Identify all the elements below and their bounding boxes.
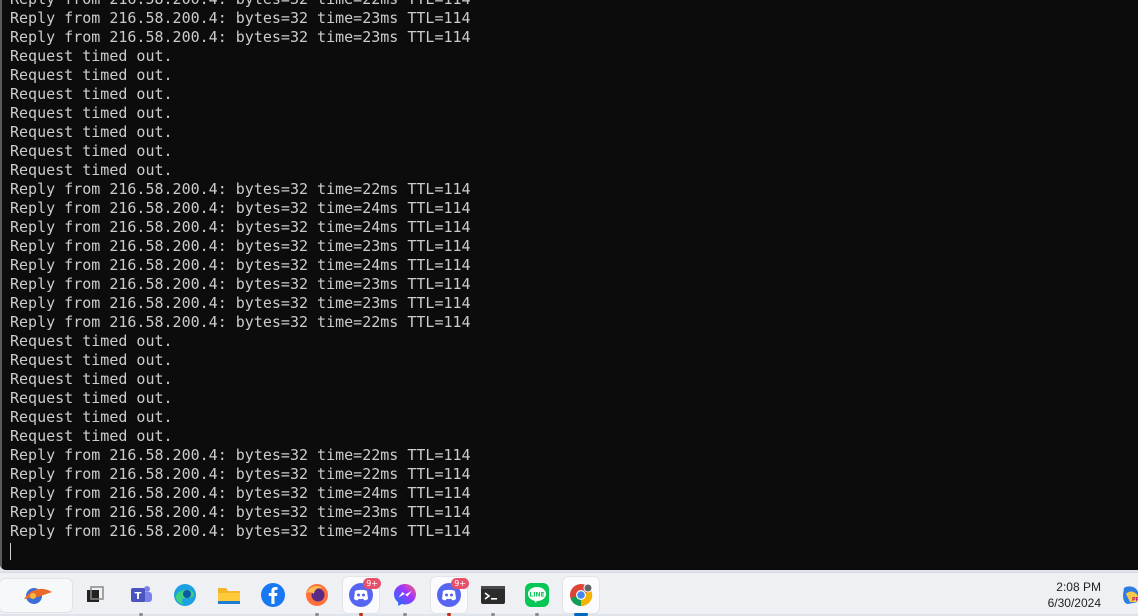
text-cursor bbox=[10, 543, 11, 560]
teams-button[interactable]: T bbox=[123, 577, 159, 616]
clock-date: 6/30/2024 bbox=[1047, 596, 1101, 610]
facebook-button[interactable] bbox=[255, 577, 291, 613]
edge-icon bbox=[174, 584, 196, 606]
terminal-line: Reply from 216.58.200.4: bytes=32 time=2… bbox=[10, 275, 471, 293]
svg-text:PR: PR bbox=[1132, 597, 1138, 603]
task-view-button[interactable] bbox=[77, 577, 113, 613]
terminal-line: Reply from 216.58.200.4: bytes=32 time=2… bbox=[10, 446, 471, 464]
terminal-line: Request timed out. bbox=[10, 351, 173, 369]
terminal-line: Request timed out. bbox=[10, 66, 173, 84]
chrome-icon bbox=[570, 583, 593, 607]
terminal-line: Reply from 216.58.200.4: bytes=32 time=2… bbox=[10, 256, 471, 274]
line-button[interactable]: LINE bbox=[519, 577, 555, 616]
file-explorer-button[interactable] bbox=[211, 577, 247, 613]
terminal-line: Request timed out. bbox=[10, 161, 173, 179]
copilot-icon[interactable]: PR bbox=[1120, 584, 1138, 606]
terminal-button[interactable] bbox=[475, 577, 511, 616]
terminal-line: Reply from 216.58.200.4: bytes=32 time=2… bbox=[10, 522, 471, 540]
notification-badge: 9+ bbox=[451, 578, 469, 589]
terminal-line: Reply from 216.58.200.4: bytes=32 time=2… bbox=[10, 180, 471, 198]
terminal-line: Request timed out. bbox=[10, 408, 173, 426]
facebook-icon bbox=[261, 583, 285, 607]
terminal-window[interactable]: Reply from 216.58.200.4: bytes=32 time=2… bbox=[0, 0, 1138, 570]
firefox-button[interactable] bbox=[299, 577, 335, 616]
terminal-line: Request timed out. bbox=[10, 370, 173, 388]
line-icon: LINE bbox=[525, 583, 549, 607]
terminal-line: Request timed out. bbox=[10, 142, 173, 160]
terminal-line: Reply from 216.58.200.4: bytes=32 time=2… bbox=[10, 218, 471, 236]
terminal-line: Request timed out. bbox=[10, 47, 173, 65]
edge-button[interactable] bbox=[167, 577, 203, 613]
terminal-line: Reply from 216.58.200.4: bytes=32 time=2… bbox=[10, 9, 471, 27]
svg-text:LINE: LINE bbox=[529, 592, 544, 599]
terminal-line: Request timed out. bbox=[10, 85, 173, 103]
terminal-line: Request timed out. bbox=[10, 123, 173, 141]
terminal-line: Reply from 216.58.200.4: bytes=32 time=2… bbox=[10, 0, 471, 9]
notification-badge: 9+ bbox=[363, 578, 381, 589]
terminal-line: Request timed out. bbox=[10, 389, 173, 407]
messenger-button[interactable] bbox=[387, 577, 423, 616]
terminal-line: Request timed out. bbox=[10, 427, 173, 445]
discord-button[interactable]: 9+ bbox=[343, 577, 381, 616]
terminal-line: Request timed out. bbox=[10, 332, 173, 350]
weather-widget[interactable] bbox=[0, 579, 72, 612]
clock-time: 2:08 PM bbox=[1056, 580, 1101, 594]
window-border bbox=[0, 0, 2, 570]
terminal-line: Reply from 216.58.200.4: bytes=32 time=2… bbox=[10, 28, 471, 46]
chrome-button[interactable] bbox=[563, 577, 599, 616]
svg-text:T: T bbox=[135, 591, 142, 602]
terminal-line: Reply from 216.58.200.4: bytes=32 time=2… bbox=[10, 237, 471, 255]
file-explorer-icon bbox=[218, 588, 240, 604]
terminal-output: Reply from 216.58.200.4: bytes=32 time=2… bbox=[10, 0, 471, 541]
firefox-icon bbox=[306, 584, 328, 606]
terminal-line: Reply from 216.58.200.4: bytes=32 time=2… bbox=[10, 465, 471, 483]
terminal-line: Reply from 216.58.200.4: bytes=32 time=2… bbox=[10, 484, 471, 502]
task-view-icon bbox=[87, 586, 104, 602]
weather-icon bbox=[24, 587, 52, 604]
terminal-line: Reply from 216.58.200.4: bytes=32 time=2… bbox=[10, 503, 471, 521]
terminal-line: Reply from 216.58.200.4: bytes=32 time=2… bbox=[10, 294, 471, 312]
discord-button-2[interactable]: 9+ bbox=[431, 577, 469, 616]
taskbar: T 9+ 9+ LINE 2:08 PM 6/30/2024 PR bbox=[0, 572, 1138, 616]
terminal-icon bbox=[481, 586, 505, 604]
terminal-line: Reply from 216.58.200.4: bytes=32 time=2… bbox=[10, 313, 471, 331]
messenger-icon bbox=[394, 584, 416, 606]
system-clock[interactable]: 2:08 PM 6/30/2024 bbox=[1048, 579, 1101, 611]
terminal-line: Reply from 216.58.200.4: bytes=32 time=2… bbox=[10, 199, 471, 217]
terminal-line: Request timed out. bbox=[10, 104, 173, 122]
teams-icon: T bbox=[131, 586, 152, 602]
